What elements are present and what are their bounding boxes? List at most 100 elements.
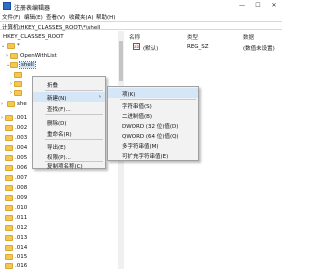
- tree-item-label: .003: [15, 135, 28, 141]
- context-menu: 折叠 新建(N) › 查找(F)... 删除(D) 重命名(R) 导出(E) 权限…: [32, 76, 106, 170]
- tree-item-label: .001: [15, 115, 28, 121]
- menu-separator: [45, 90, 103, 91]
- window-title: 注册表编辑器: [14, 5, 51, 12]
- menu-item-label: QWORD (64 位)值(Q): [122, 134, 179, 140]
- value-data: (数值未设置): [243, 46, 275, 52]
- column-header-name[interactable]: 名称: [129, 33, 140, 41]
- maximize-button[interactable]: ☐: [250, 0, 266, 12]
- folder-icon: [7, 43, 15, 49]
- folder-icon: [5, 254, 13, 260]
- submenu-item-expandable-string-value[interactable]: 可扩充字符串值(E): [108, 150, 198, 160]
- folder-icon: [5, 165, 13, 171]
- folder-icon: [5, 225, 13, 231]
- menu-item-label: 新建(N): [47, 96, 67, 102]
- menu-item-label: 多字符串值(M): [122, 144, 159, 150]
- menu-item-permissions[interactable]: 权限(P)...: [33, 151, 105, 161]
- folder-icon: [5, 263, 13, 269]
- string-value-icon: ab: [133, 43, 140, 50]
- menu-view[interactable]: 查看(V): [46, 13, 65, 21]
- folder-icon: [10, 53, 18, 59]
- tree-item-shell[interactable]: ⌄ shell: [0, 61, 123, 70]
- menu-separator: [45, 139, 103, 140]
- tree-item-ext[interactable]: .014: [0, 244, 123, 253]
- menu-item-delete[interactable]: 删除(D): [33, 117, 105, 127]
- tree-item-ext[interactable]: .016: [0, 262, 123, 269]
- scrollbar-thumb[interactable]: [119, 41, 123, 81]
- tree-item-ext[interactable]: .008: [0, 184, 123, 193]
- menu-item-rename[interactable]: 重命名(R): [33, 128, 105, 138]
- tree-item-ext[interactable]: .007: [0, 174, 123, 183]
- tree-item-ext[interactable]: .011: [0, 214, 123, 223]
- address-bar[interactable]: 计算机\HKEY_CLASSES_ROOT\*\shell: [0, 21, 282, 31]
- folder-icon: [7, 101, 15, 107]
- close-button[interactable]: ✕: [266, 0, 282, 12]
- folder-icon: [14, 90, 22, 96]
- menu-file[interactable]: 文件(F): [2, 13, 20, 21]
- menu-item-new[interactable]: 新建(N) ›: [33, 92, 105, 102]
- folder-icon: [5, 135, 13, 141]
- regedit-app-icon: [3, 2, 11, 10]
- tree-item-ext[interactable]: .013: [0, 234, 123, 243]
- tree-item-label: .006: [15, 165, 28, 171]
- menu-item-label: 权限(P)...: [47, 155, 71, 161]
- address-path: 计算机\HKEY_CLASSES_ROOT\*\shell: [2, 25, 101, 31]
- folder-icon: [5, 245, 13, 251]
- menu-item-find[interactable]: 查找(F)...: [33, 103, 105, 113]
- menu-item-label: 删除(D): [47, 121, 67, 127]
- submenu-item-qword-value[interactable]: QWORD (64 位)值(Q): [108, 130, 198, 140]
- tree-item-ext[interactable]: .015: [0, 253, 123, 262]
- chevron-right-icon[interactable]: ›: [1, 101, 3, 107]
- chevron-right-icon[interactable]: ›: [1, 115, 3, 121]
- folder-icon: [5, 235, 13, 241]
- menu-separator: [45, 114, 103, 115]
- menu-item-export[interactable]: 导出(E): [33, 141, 105, 151]
- tree-item-ext[interactable]: .012: [0, 224, 123, 233]
- tree-item-label: .016: [15, 263, 28, 269]
- minimize-button[interactable]: —: [234, 0, 250, 12]
- menu-favorites[interactable]: 收藏夹(A): [69, 13, 94, 21]
- tree-item-label: .008: [15, 185, 28, 191]
- menu-edit[interactable]: 编辑(E): [24, 13, 43, 21]
- menu-item-label: 重命名(R): [47, 132, 72, 138]
- value-type: REG_SZ: [187, 44, 209, 50]
- tree-item-label: shell: [19, 61, 36, 69]
- folder-icon: [5, 145, 13, 151]
- tree-item-ext[interactable]: .010: [0, 204, 123, 213]
- chevron-down-icon[interactable]: ⌄: [1, 43, 5, 49]
- submenu-item-binary-value[interactable]: 二进制值(B): [108, 110, 198, 120]
- menu-item-collapse[interactable]: 折叠: [33, 79, 105, 89]
- submenu-item-dword-value[interactable]: DWORD (32 位)值(D): [108, 120, 198, 130]
- tree-item-label: .014: [15, 245, 28, 251]
- menu-item-label: DWORD (32 位)值(D): [122, 124, 179, 130]
- submenu-item-string-value[interactable]: 字符串值(S): [108, 100, 198, 110]
- tree-item-label: .009: [15, 195, 28, 201]
- tree-item-ext[interactable]: .009: [0, 194, 123, 203]
- tree-item-label: .004: [15, 145, 28, 151]
- folder-icon: [5, 215, 13, 221]
- tree-item-star[interactable]: ⌄ *: [0, 42, 123, 51]
- menu-item-label: 项(K): [122, 92, 136, 98]
- menu-item-label: 复制项名称(C): [47, 164, 83, 170]
- chevron-right-icon: ›: [98, 94, 101, 100]
- tree-item-label: .010: [15, 205, 28, 211]
- folder-icon: [5, 115, 13, 121]
- submenu-item-key[interactable]: 项(K): [108, 88, 198, 98]
- folder-open-icon: [10, 62, 18, 68]
- menu-help[interactable]: 帮助(H): [96, 13, 115, 21]
- folder-icon: [5, 125, 13, 131]
- title-bar: 注册表编辑器 — ☐ ✕: [0, 0, 282, 12]
- menu-item-copy-key-name[interactable]: 复制项名称(C): [33, 161, 105, 170]
- column-header-data[interactable]: 数据: [243, 33, 254, 41]
- tree-item-openwithlist[interactable]: › OpenWithList: [0, 52, 123, 61]
- chevron-right-icon[interactable]: ›: [10, 81, 12, 87]
- folder-icon: [14, 72, 22, 78]
- menu-item-label: 字符串值(S): [122, 104, 152, 110]
- column-header-type[interactable]: 类型: [187, 33, 198, 41]
- folder-icon: [5, 195, 13, 201]
- tree-item-label: *: [17, 43, 20, 49]
- menu-item-label: 导出(E): [47, 145, 66, 151]
- chevron-right-icon[interactable]: ›: [6, 53, 8, 59]
- submenu-item-multi-string-value[interactable]: 多字符串值(M): [108, 140, 198, 150]
- tree-root[interactable]: HKEY_CLASSES_ROOT: [0, 33, 123, 42]
- chevron-right-icon[interactable]: ›: [10, 90, 12, 96]
